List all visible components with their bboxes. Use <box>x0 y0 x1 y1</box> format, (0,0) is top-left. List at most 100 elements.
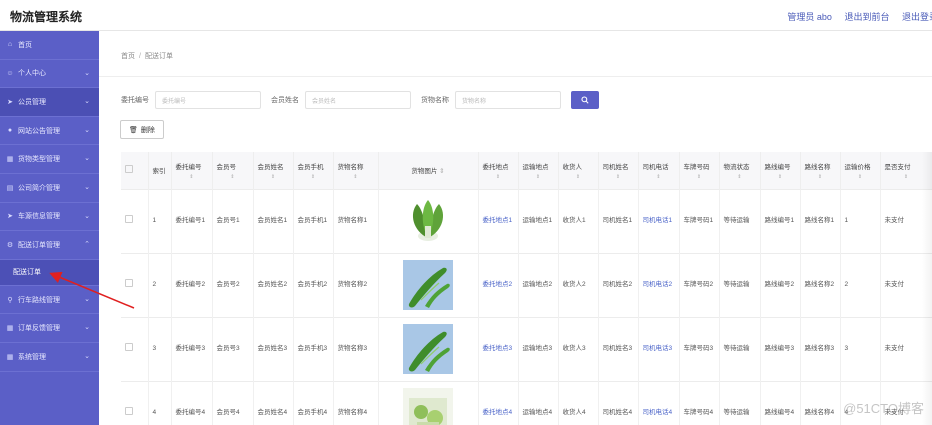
goods-name-input[interactable]: 货物名称 <box>455 91 561 109</box>
table-row[interactable]: 3 委托编号3 会员号3 会员姓名3 会员手机3 货物名称3 委托地点3 运输地点3 收货人3 司… <box>121 316 932 381</box>
row-checkbox[interactable] <box>125 215 133 223</box>
entrust-no-input[interactable]: 委托编号 <box>155 91 261 109</box>
goods-image[interactable] <box>383 260 474 310</box>
column-header[interactable]: 会员手机 ⇕ <box>293 152 334 189</box>
column-header-label: 货物名称 <box>337 163 364 171</box>
admin-user-label[interactable]: 管理员 abo <box>787 12 832 22</box>
table-cell: 司机电话1 <box>638 188 680 253</box>
grid-icon: ▦ <box>6 353 14 361</box>
column-header[interactable]: 路线编号 ⇕ <box>760 152 801 189</box>
table-row[interactable]: 4 委托编号4 会员号4 会员姓名4 会员手机4 货物名称4 委托地点4 运输地点4 收货人4 司… <box>121 380 932 425</box>
sidebar-item-9[interactable]: ▦ 订单反馈管理 ⌄ <box>0 314 99 343</box>
search-button[interactable] <box>571 91 599 109</box>
chevron-down-icon: ⌄ <box>84 295 90 303</box>
goods-image[interactable] <box>383 196 474 246</box>
column-header[interactable]: 收货人 ⇕ <box>558 152 599 189</box>
sort-icon[interactable]: ⇕ <box>298 174 329 180</box>
chevron-down-icon: ⌄ <box>84 69 90 77</box>
table-cell: 司机电话3 <box>638 316 680 381</box>
column-header[interactable]: 物流状态 ⇕ <box>719 152 761 189</box>
back-to-front-link[interactable]: 退出到前台 <box>844 12 889 22</box>
column-header[interactable]: 会员号 ⇕ <box>212 152 254 189</box>
sort-icon[interactable]: ⇕ <box>643 174 675 180</box>
table-cell: 会员手机1 <box>293 188 334 253</box>
table-cell: 车牌号码2 <box>679 252 720 317</box>
column-header[interactable]: 运输地点 ⇕ <box>518 152 559 189</box>
sort-icon[interactable]: ⇕ <box>258 174 289 180</box>
member-name-input[interactable]: 会员姓名 <box>305 91 411 109</box>
sidebar-item-1[interactable]: ☺ 个人中心 ⌄ <box>0 60 99 89</box>
column-header-label: 收货人 <box>562 163 583 171</box>
delete-button[interactable]: 🗑 删除 <box>120 120 164 139</box>
column-header[interactable]: 会员姓名 ⇕ <box>253 152 294 189</box>
sidebar-item-10[interactable]: ▦ 系统管理 ⌄ <box>0 343 99 372</box>
column-header-label: 司机姓名 <box>602 163 629 171</box>
sidebar-item-4[interactable]: ▦ 货物类型管理 ⌄ <box>0 145 99 174</box>
column-header[interactable]: 委托编号 ⇕ <box>171 152 213 189</box>
sort-icon[interactable]: ⇕ <box>845 174 876 180</box>
breadcrumb-home[interactable]: 首页 <box>121 53 135 60</box>
table-cell: 运输地点3 <box>518 316 559 381</box>
sort-icon[interactable]: ⇕ <box>523 174 554 180</box>
sort-icon[interactable]: ⇕ <box>437 168 444 175</box>
pin-icon: ⚲ <box>7 296 13 304</box>
table-cell: 路线名称1 <box>800 188 841 253</box>
sort-icon[interactable]: ⇕ <box>805 174 836 180</box>
table-cell: 1 <box>148 188 172 253</box>
goods-image[interactable] <box>383 388 474 425</box>
table-cell: 等待运输 <box>719 252 761 317</box>
logout-link[interactable]: 退出登录 <box>902 12 932 22</box>
sort-icon[interactable]: ⇕ <box>176 174 208 180</box>
sort-icon[interactable]: ⇕ <box>217 174 249 180</box>
top-bar: 物流管理系统 管理员 abo 退出到前台 退出登录 <box>0 0 932 31</box>
row-checkbox-cell <box>121 316 149 381</box>
sort-icon[interactable]: ⇕ <box>603 174 634 180</box>
grid-icon: ▦ <box>6 325 14 333</box>
column-header[interactable]: 司机电话 ⇕ <box>638 152 680 189</box>
table-row[interactable]: 1 委托编号1 会员号1 会员姓名1 会员手机1 货物名称1 委托地点1 运输地点1 收货人1 司… <box>121 188 932 253</box>
row-checkbox[interactable] <box>125 407 133 416</box>
column-header[interactable]: 货物名称 ⇕ <box>333 152 379 189</box>
sidebar-item-label: 订单反馈管理 <box>18 325 60 333</box>
chevron-up-icon: ⌃ <box>84 241 90 249</box>
table-row[interactable]: 2 委托编号2 会员号2 会员姓名2 会员手机2 货物名称2 委托地点2 运输地点2 收货人2 司… <box>121 252 932 317</box>
sidebar-item-7[interactable]: ⚙ 配送订单管理 ⌃ <box>0 231 99 260</box>
table-cell: 等待运输 <box>719 188 761 253</box>
table-cell: 等待运输 <box>719 380 761 425</box>
sort-icon[interactable]: ⇕ <box>684 174 715 180</box>
sidebar-item-6[interactable]: ➤ 车源信息管理 ⌄ <box>0 203 99 232</box>
sidebar-item-label: 公员管理 <box>18 98 46 106</box>
sidebar-item-2[interactable]: ➤ 公员管理 ⌄ <box>0 88 99 117</box>
sort-icon[interactable]: ⇕ <box>563 174 594 180</box>
sidebar-item-5[interactable]: ▤ 公司简介管理 ⌄ <box>0 174 99 203</box>
sort-icon[interactable]: ⇕ <box>483 174 514 180</box>
column-header[interactable]: 路线名称 ⇕ <box>800 152 841 189</box>
search-label-entrust-no: 委托编号 <box>121 97 149 104</box>
column-header[interactable]: 车牌号码 ⇕ <box>679 152 720 189</box>
column-header-label: 车牌号码 <box>683 163 710 171</box>
sidebar-item-3[interactable]: ● 网站公告管理 ⌄ <box>0 117 99 146</box>
select-all-checkbox[interactable] <box>125 165 133 174</box>
column-header-label: 会员手机 <box>297 163 324 171</box>
goods-image[interactable] <box>383 324 474 374</box>
sidebar-item-0[interactable]: ⌂ 首页 <box>0 31 99 60</box>
column-header[interactable]: 运输价格 ⇕ <box>840 152 881 189</box>
table-cell: 会员手机3 <box>293 316 334 381</box>
sort-icon[interactable]: ⇕ <box>338 174 374 180</box>
table-cell: 运输地点2 <box>518 252 559 317</box>
row-checkbox[interactable] <box>125 343 133 351</box>
sort-icon[interactable]: ⇕ <box>724 174 756 180</box>
row-checkbox[interactable] <box>125 279 133 287</box>
delete-label: 删除 <box>140 126 155 134</box>
column-header[interactable]: 委托地点 ⇕ <box>478 152 519 189</box>
table-cell: 收货人2 <box>558 252 599 317</box>
column-header[interactable]: 司机姓名 ⇕ <box>598 152 639 189</box>
sidebar-item-8[interactable]: ⚲ 行车路线管理 ⌄ <box>0 286 99 315</box>
sidebar-subitem-delivery-orders[interactable]: 配送订单 <box>0 259 99 286</box>
column-header-label: 会员姓名 <box>257 163 284 171</box>
column-header[interactable]: 货物图片 ⇕ <box>378 152 479 189</box>
table-cell: 等待运输 <box>719 316 761 381</box>
column-header-label: 物流状态 <box>723 163 750 171</box>
table-cell: 会员姓名4 <box>253 380 294 425</box>
sort-icon[interactable]: ⇕ <box>765 174 796 180</box>
